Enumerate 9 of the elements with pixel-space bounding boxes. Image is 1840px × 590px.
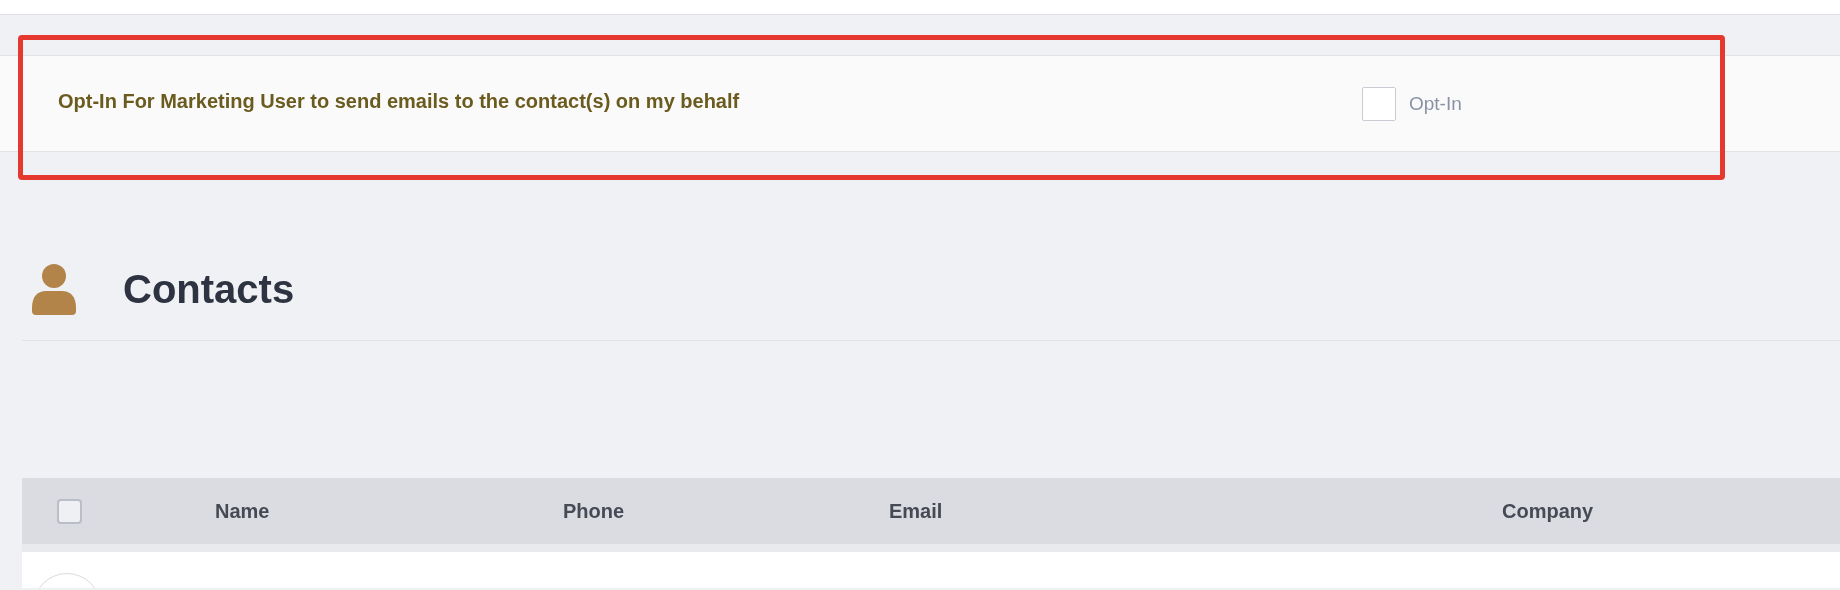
person-icon <box>32 264 76 315</box>
page-title: Contacts <box>123 267 295 312</box>
select-all-checkbox[interactable] <box>57 498 82 524</box>
column-header[interactable]: Email <box>889 499 943 523</box>
column-header[interactable]: Name <box>215 499 270 523</box>
column-header[interactable]: Phone <box>563 499 625 523</box>
column-header[interactable]: Company <box>1502 499 1594 523</box>
opt-in-description: Opt-In For Marketing User to send emails to the contact(s) on my behalf <box>58 90 741 113</box>
opt-in-checkbox[interactable] <box>1362 86 1396 121</box>
